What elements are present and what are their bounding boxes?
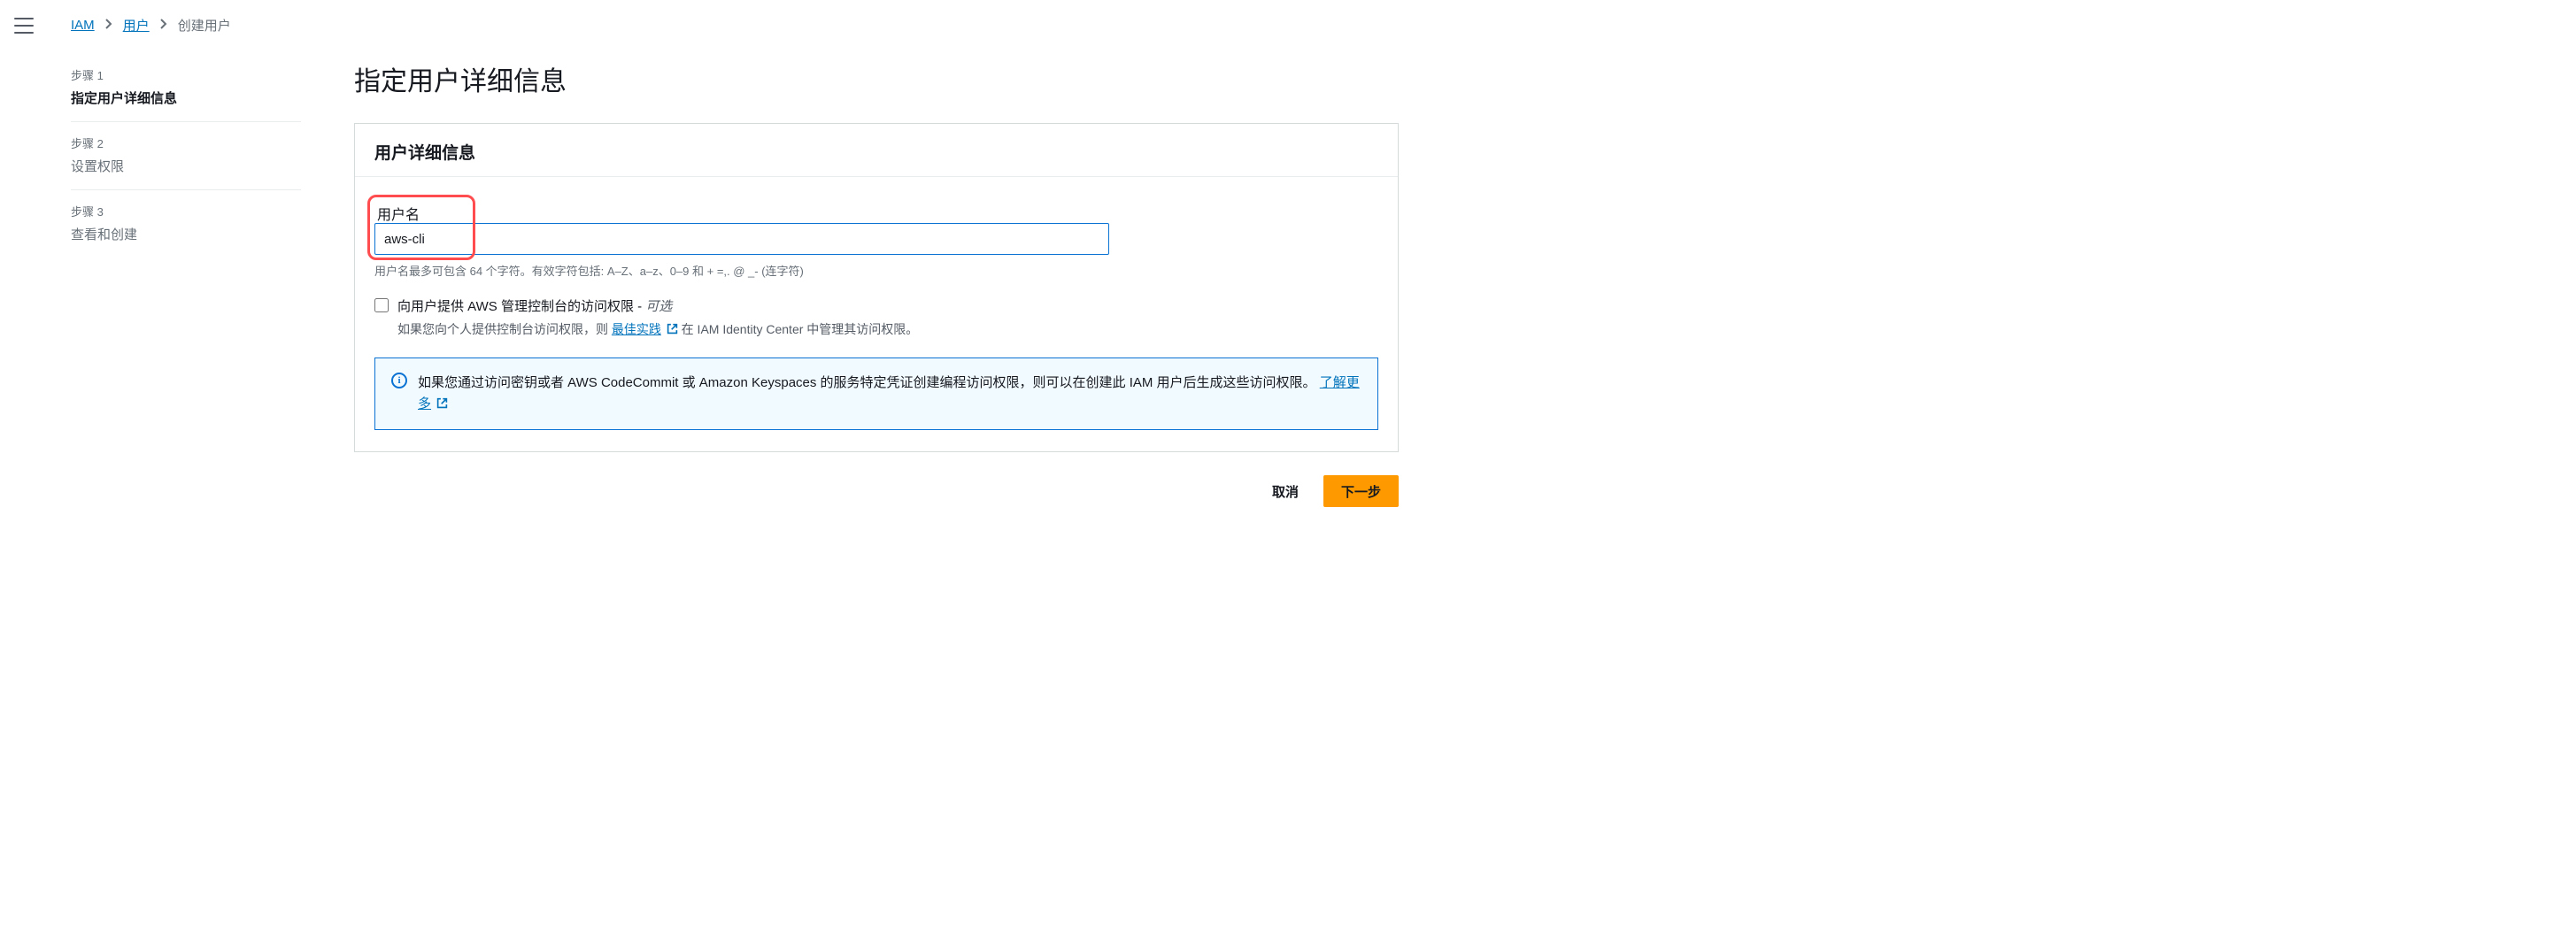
username-label: 用户名 bbox=[377, 203, 420, 224]
best-practices-link[interactable]: 最佳实践 bbox=[612, 322, 661, 336]
step-label: 步骤 2 bbox=[71, 135, 301, 151]
username-input[interactable] bbox=[374, 223, 1109, 255]
breadcrumb-current: 创建用户 bbox=[178, 16, 231, 35]
step-label: 步骤 3 bbox=[71, 203, 301, 219]
chevron-right-icon bbox=[160, 18, 167, 33]
user-details-panel: 用户详细信息 用户名 用户名最多可包含 64 个字符。有 bbox=[354, 123, 1399, 452]
console-access-subtext: 如果您向个人提供控制台访问权限，则 最佳实践 在 IAM Identity Ce… bbox=[397, 320, 1378, 338]
info-icon: i bbox=[391, 373, 407, 388]
breadcrumb: IAM 用户 创建用户 bbox=[48, 16, 2576, 54]
hamburger-menu-icon[interactable] bbox=[14, 18, 34, 34]
wizard-steps: 步骤 1 指定用户详细信息 步骤 2 设置权限 步骤 3 查看和创建 bbox=[71, 54, 301, 507]
step-title: 指定用户详细信息 bbox=[71, 88, 301, 107]
info-text: 如果您通过访问密钥或者 AWS CodeCommit 或 Amazon Keys… bbox=[418, 375, 1316, 390]
console-access-checkbox[interactable] bbox=[374, 298, 389, 312]
step-label: 步骤 1 bbox=[71, 66, 301, 83]
wizard-step-2[interactable]: 步骤 2 设置权限 bbox=[71, 122, 301, 190]
cancel-button[interactable]: 取消 bbox=[1254, 475, 1316, 507]
page-title: 指定用户详细信息 bbox=[354, 59, 1399, 98]
breadcrumb-users-link[interactable]: 用户 bbox=[123, 16, 150, 35]
step-title: 查看和创建 bbox=[71, 225, 301, 243]
wizard-step-1: 步骤 1 指定用户详细信息 bbox=[71, 54, 301, 122]
external-link-icon bbox=[665, 322, 682, 336]
panel-title: 用户详细信息 bbox=[374, 140, 1378, 164]
console-access-label: 向用户提供 AWS 管理控制台的访问权限 - 可选 bbox=[397, 299, 672, 314]
wizard-step-3[interactable]: 步骤 3 查看和创建 bbox=[71, 190, 301, 258]
breadcrumb-iam-link[interactable]: IAM bbox=[71, 18, 95, 33]
external-link-icon bbox=[435, 396, 448, 411]
info-alert: i 如果您通过访问密钥或者 AWS CodeCommit 或 Amazon Ke… bbox=[374, 358, 1378, 430]
chevron-right-icon bbox=[105, 18, 112, 33]
step-title: 设置权限 bbox=[71, 157, 301, 175]
username-hint: 用户名最多可包含 64 个字符。有效字符包括: A–Z、a–z、0–9 和 + … bbox=[374, 262, 1378, 279]
next-button[interactable]: 下一步 bbox=[1323, 475, 1399, 507]
